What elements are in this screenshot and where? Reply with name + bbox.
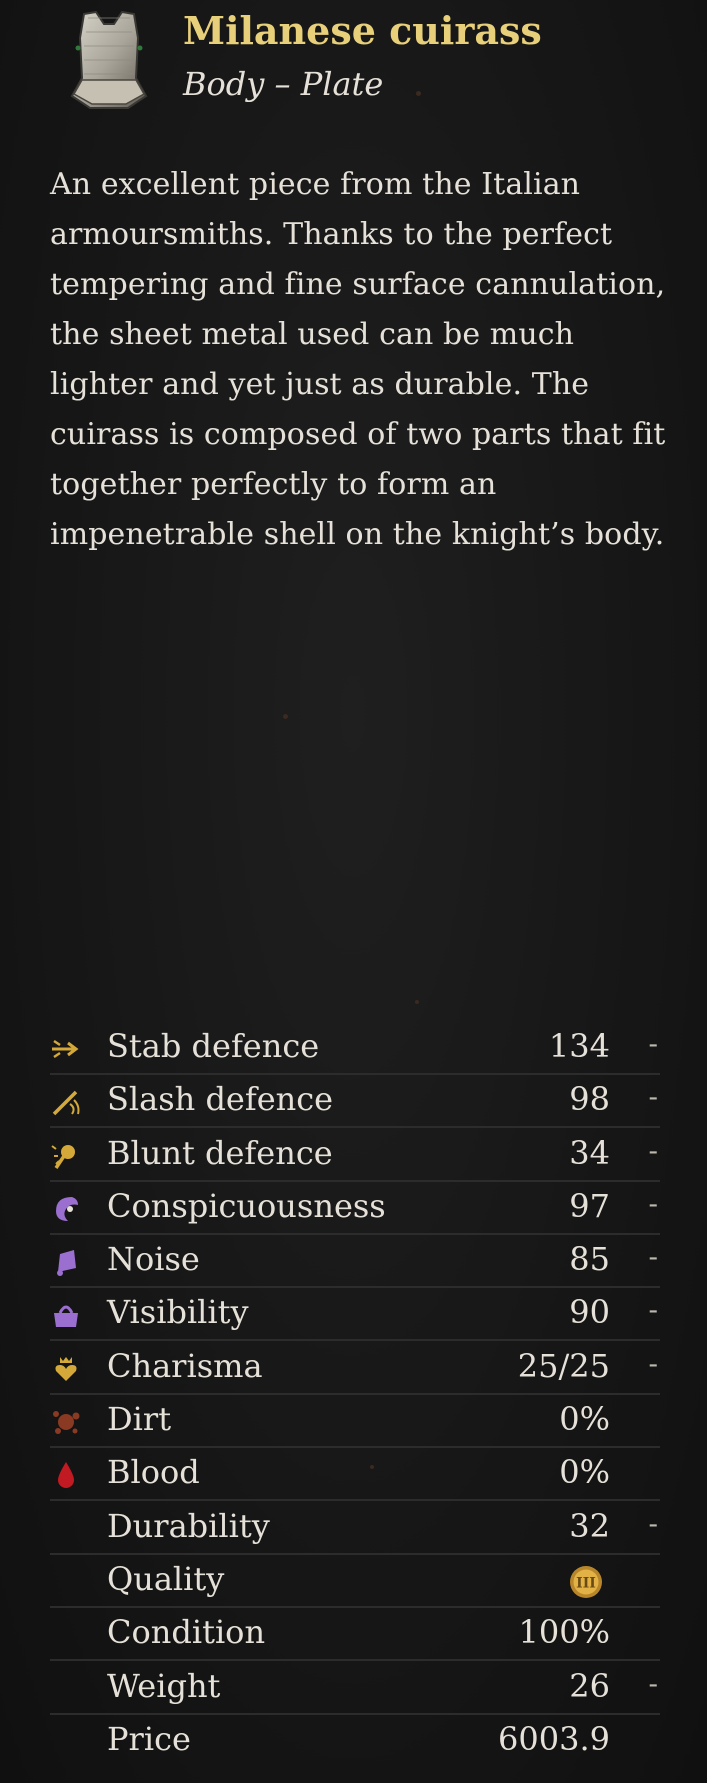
stat-label: Stab defence <box>107 1027 320 1065</box>
svg-text:III: III <box>576 1575 596 1591</box>
stat-label: Durability <box>107 1506 270 1545</box>
quality-badge-icon: III <box>570 1565 602 1598</box>
stat-label: Charisma <box>107 1346 263 1385</box>
stab-icon <box>52 1039 79 1059</box>
decor-speck <box>415 1000 419 1004</box>
stat-value: 26 <box>569 1666 610 1705</box>
stat-compare: - <box>648 1186 658 1220</box>
stat-value: 25/25 <box>517 1346 610 1385</box>
stat-row-price: Price 6003.9 <box>50 1716 660 1766</box>
stat-value: 34 <box>569 1133 610 1172</box>
stat-compare: - <box>648 1240 658 1274</box>
slash-icon <box>52 1091 80 1116</box>
blunt-icon <box>51 1144 75 1169</box>
charisma-icon <box>55 1356 77 1381</box>
stat-row-condition: Condition 100% <box>50 1609 660 1662</box>
stat-compare: - <box>648 1080 658 1114</box>
stat-row-weight: Weight 26 - <box>50 1663 660 1715</box>
stat-compare: - <box>648 1133 658 1167</box>
stats-table: Stab defence 134 - Slash defence 98 - Bl… <box>50 1023 660 1767</box>
conspicuousness-icon <box>56 1196 78 1221</box>
stat-value: 32 <box>569 1506 610 1545</box>
stat-label: Condition <box>107 1613 266 1652</box>
stat-value: 134 <box>548 1027 610 1065</box>
stat-label: Price <box>107 1719 191 1758</box>
item-tooltip-panel: Milanese cuirass Body – Plate An excelle… <box>0 0 707 1783</box>
stat-row-dirt: Dirt 0% <box>50 1396 660 1449</box>
stat-row-blunt-defence: Blunt defence 34 - <box>50 1130 660 1182</box>
stat-label: Noise <box>107 1240 200 1279</box>
decor-speck <box>283 714 288 719</box>
stat-compare: - <box>648 1506 658 1540</box>
stat-compare: - <box>648 1027 658 1060</box>
item-header: Milanese cuirass Body – Plate <box>0 0 707 130</box>
stat-compare: - <box>648 1666 658 1700</box>
stat-compare: - <box>648 1293 658 1327</box>
stat-value: 6003.9 <box>498 1719 610 1758</box>
stat-label: Blood <box>107 1453 200 1492</box>
stat-value: 0% <box>559 1400 610 1439</box>
item-title: Milanese cuirass <box>183 8 542 53</box>
stat-row-durability: Durability 32 - <box>50 1503 660 1555</box>
stat-row-stab-defence: Stab defence 134 - <box>50 1023 660 1075</box>
stat-label: Quality <box>107 1559 225 1598</box>
stat-row-blood: Blood 0% <box>50 1449 660 1502</box>
cuirass-icon <box>70 10 148 109</box>
stat-compare: - <box>648 1346 658 1380</box>
stat-value: 97 <box>569 1186 610 1225</box>
stat-label: Visibility <box>107 1293 249 1332</box>
stat-value: 0% <box>559 1453 610 1492</box>
stat-row-quality: Quality III <box>50 1556 660 1608</box>
noise-icon <box>57 1250 76 1277</box>
stat-row-slash-defence: Slash defence 98 - <box>50 1076 660 1129</box>
stat-label: Dirt <box>107 1400 172 1439</box>
stat-row-visibility: Visibility 90 - <box>50 1289 660 1342</box>
stat-row-charisma: Charisma 25/25 - <box>50 1343 660 1395</box>
blood-icon <box>58 1462 74 1489</box>
stat-label: Blunt defence <box>107 1133 333 1172</box>
stat-value: 85 <box>569 1240 610 1279</box>
stat-label: Slash defence <box>107 1080 334 1119</box>
stat-row-noise: Noise 85 - <box>50 1236 660 1289</box>
stat-row-conspicuousness: Conspicuousness 97 - <box>50 1183 660 1235</box>
dirt-icon <box>53 1411 80 1435</box>
stat-value: 90 <box>569 1293 610 1332</box>
stat-value: 100% <box>518 1613 610 1652</box>
item-description: An excellent piece from the Italian armo… <box>50 167 666 552</box>
stat-label: Conspicuousness <box>107 1186 386 1225</box>
visibility-icon <box>54 1306 78 1328</box>
stat-value: 98 <box>569 1080 610 1119</box>
item-category: Body – Plate <box>183 65 384 103</box>
stat-label: Weight <box>107 1666 221 1705</box>
